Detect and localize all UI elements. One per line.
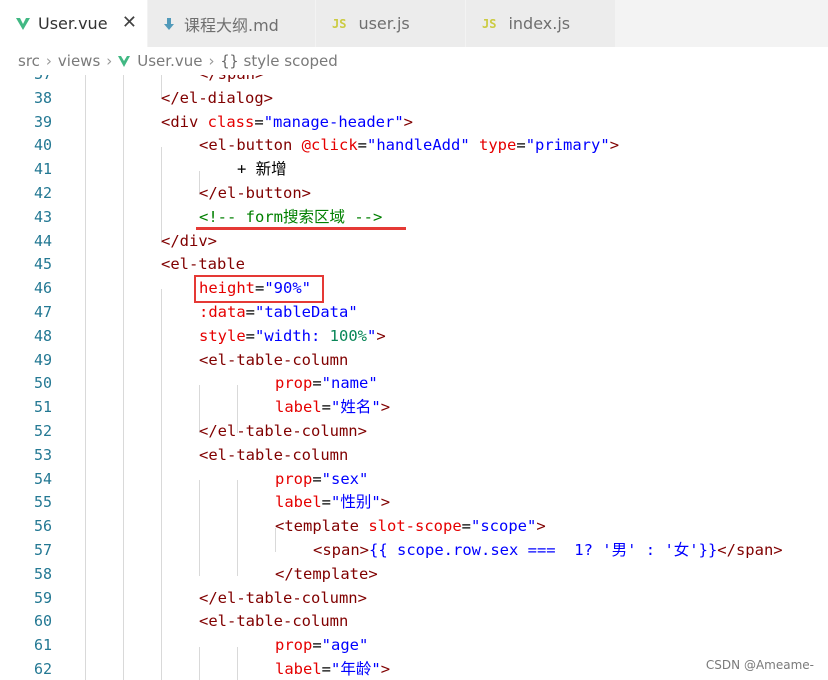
tab-user-js[interactable]: JS user.js [316, 0, 466, 47]
tab-label: User.vue [38, 14, 108, 33]
line-number: 57 [33, 541, 52, 559]
line-number: 47 [33, 303, 52, 321]
tab-label: index.js [508, 14, 571, 33]
breadcrumb: src › views › User.vue › {} style scoped [0, 47, 828, 75]
indent-guide [161, 289, 162, 680]
code-line: </el-table-column> [199, 422, 367, 440]
line-number: 62 [33, 660, 52, 678]
editor-tab-bar: User.vue ✕ 课程大纲.md JS user.js JS index.j… [0, 0, 828, 47]
code-line: </el-button> [199, 184, 311, 202]
code-line: <el-table-column [199, 351, 349, 369]
code-line: <el-table-column [199, 446, 349, 464]
code-line: </div> [161, 232, 217, 250]
code-editor[interactable]: 37 38 39 40 41 42 43 44 45 46 47 48 49 5… [0, 75, 828, 680]
indent-guide [199, 480, 200, 576]
line-number: 58 [33, 565, 52, 583]
markdown-file-icon [164, 17, 174, 30]
code-line: label="性别"> [275, 493, 391, 511]
js-file-icon: JS [482, 16, 497, 31]
tab-user-vue[interactable]: User.vue ✕ [0, 0, 148, 47]
line-number: 44 [33, 232, 52, 250]
tab-index-js[interactable]: JS index.js [466, 0, 616, 47]
code-line: </el-dialog> [161, 89, 273, 107]
code-line: </span> [199, 75, 264, 87]
vue-file-icon [16, 17, 30, 30]
line-number: 39 [33, 113, 52, 131]
line-number: 51 [33, 398, 52, 416]
line-number: 41 [33, 160, 52, 178]
line-number: 49 [33, 351, 52, 369]
line-number: 55 [33, 493, 52, 511]
line-number: 50 [33, 374, 52, 392]
line-number: 46 [33, 279, 52, 297]
code-line: </template> [275, 565, 378, 583]
indent-guide [161, 147, 162, 243]
red-box-annotation [194, 275, 324, 303]
code-line: <div class="manage-header"> [161, 113, 414, 131]
chevron-right-icon: › [45, 52, 52, 70]
watermark: CSDN @Ameame- [705, 658, 814, 672]
line-number: 40 [33, 136, 52, 154]
code-line: style="width: 100%"> [199, 327, 386, 345]
code-line: <el-table-column [199, 612, 349, 630]
chevron-right-icon: › [106, 52, 113, 70]
code-line: :data="tableData" [199, 303, 358, 321]
line-number: 52 [33, 422, 52, 440]
tab-label: user.js [358, 14, 410, 33]
indent-guide [85, 75, 86, 680]
vue-file-icon [118, 55, 131, 67]
code-line: prop="name" [275, 374, 378, 392]
line-number: 45 [33, 255, 52, 273]
code-line: <span>{{ scope.row.sex === 1? '男' : '女'}… [313, 541, 783, 559]
line-number: 42 [33, 184, 52, 202]
braces-icon: {} [220, 52, 239, 70]
code-line: prop="sex" [275, 470, 369, 488]
code-line: label="年龄"> [275, 660, 391, 678]
indent-guide [237, 480, 238, 576]
line-number: 59 [33, 589, 52, 607]
tab-label: 课程大纲.md [184, 15, 279, 35]
line-number: 60 [33, 612, 52, 630]
line-number: 56 [33, 517, 52, 535]
line-number: 37 [0, 75, 52, 87]
breadcrumb-views[interactable]: views [58, 52, 100, 70]
js-file-icon: JS [332, 16, 347, 31]
code-line: </el-table-column> [199, 589, 367, 607]
tab-course-outline-md[interactable]: 课程大纲.md [148, 0, 316, 47]
line-number: 43 [33, 208, 52, 226]
line-number: 61 [33, 636, 52, 654]
chevron-right-icon: › [208, 52, 215, 70]
line-number: 53 [33, 446, 52, 464]
red-underline-annotation [196, 227, 406, 230]
breadcrumb-user-vue[interactable]: User.vue [137, 52, 202, 70]
indent-guide [237, 647, 238, 680]
indent-guide [123, 75, 124, 680]
code-line: <el-table [161, 255, 245, 273]
line-number: 48 [33, 327, 52, 345]
breadcrumb-src[interactable]: src [18, 52, 40, 70]
code-line: <el-button @click="handleAdd" type="prim… [199, 136, 620, 154]
breadcrumb-style-scoped[interactable]: style scoped [244, 52, 338, 70]
line-number: 38 [33, 89, 52, 107]
code-line: prop="age" [275, 636, 369, 654]
close-icon[interactable]: ✕ [122, 12, 137, 33]
indent-guide [199, 647, 200, 680]
code-line: <template slot-scope="scope"> [275, 517, 546, 535]
line-number: 54 [33, 470, 52, 488]
code-line: label="姓名"> [275, 398, 391, 416]
code-line: + 新增 [237, 160, 287, 178]
